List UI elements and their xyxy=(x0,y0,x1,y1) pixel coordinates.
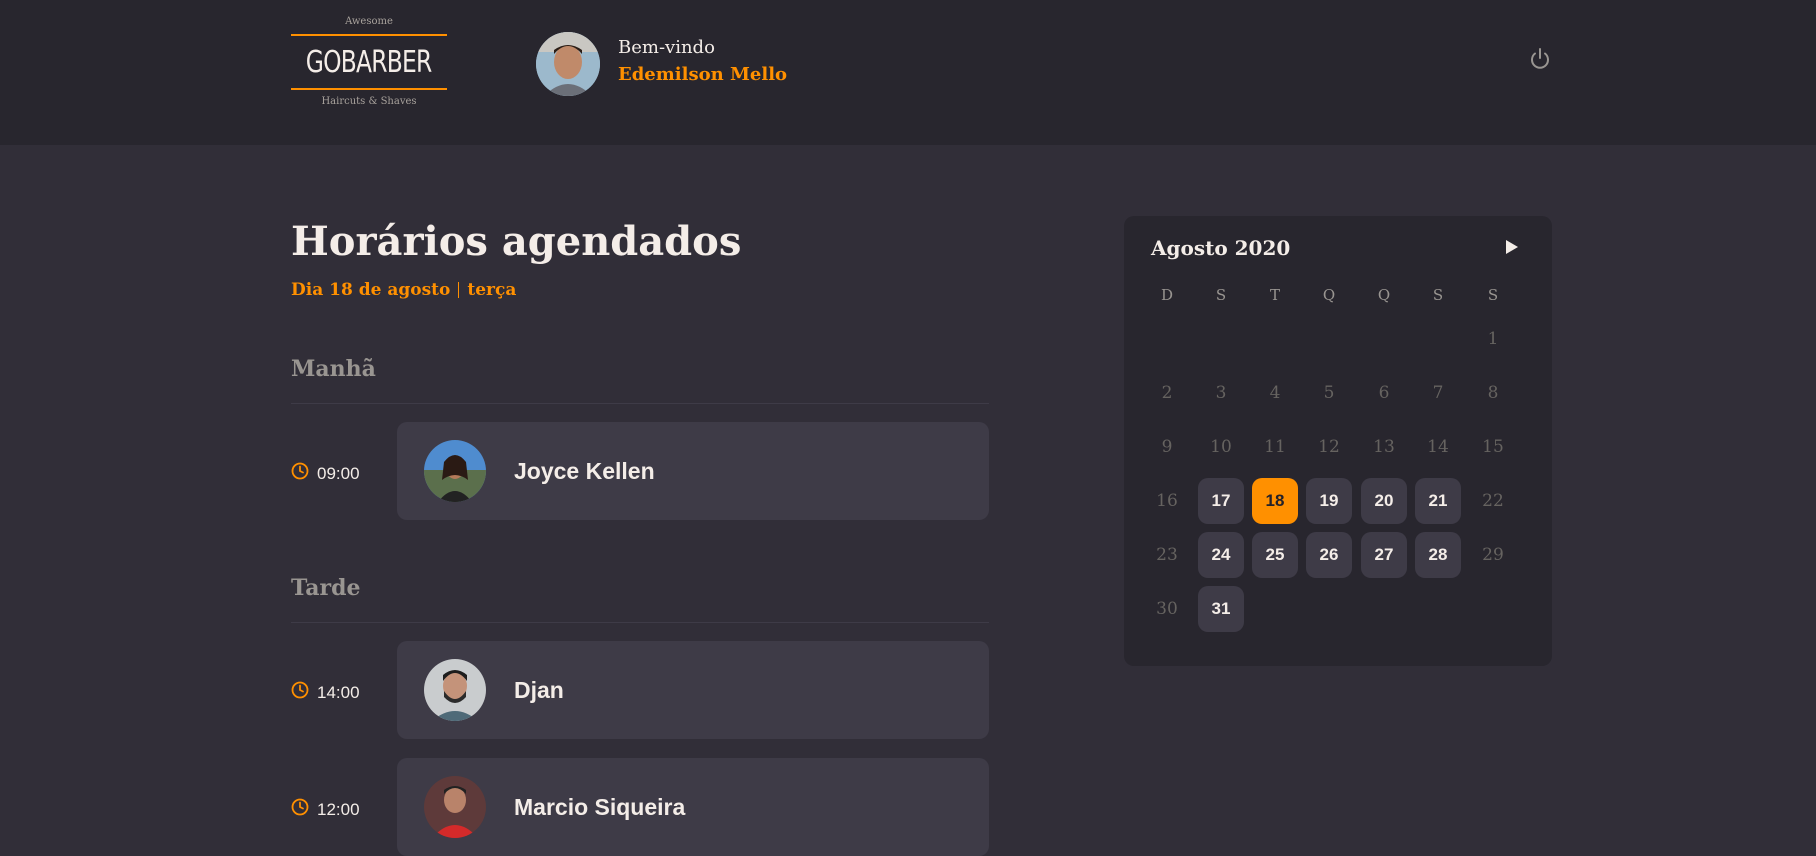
client-name: Marcio Siqueira xyxy=(514,794,686,820)
appointment-card[interactable]: Marcio Siqueira xyxy=(397,758,989,856)
calendar-day: 15 xyxy=(1482,437,1504,457)
client-avatar xyxy=(424,440,486,502)
client-avatar xyxy=(424,659,486,721)
appointment-card[interactable]: Djan xyxy=(397,641,989,739)
calendar-day: 7 xyxy=(1432,383,1444,403)
calendar-weekday-label: S xyxy=(1487,286,1499,304)
next-month-icon[interactable] xyxy=(1504,238,1520,256)
date-label: Dia 18 de agosto xyxy=(291,280,451,300)
gobarber-logo[interactable]: Awesome GOBARBER Haircuts & Shaves xyxy=(291,14,447,112)
date-subtitle: Dia 18 de agosto terça xyxy=(291,280,516,300)
section-title-afternoon: Tarde xyxy=(291,575,361,601)
calendar-day-selected[interactable]: 18 xyxy=(1252,478,1298,524)
calendar-day: 29 xyxy=(1482,545,1504,565)
calendar-day: 14 xyxy=(1427,437,1449,457)
client-name: Joyce Kellen xyxy=(514,458,655,484)
calendar-day: 23 xyxy=(1156,545,1178,565)
calendar-day[interactable]: 28 xyxy=(1415,532,1461,578)
logo-brand: GOBARBER xyxy=(306,44,433,80)
calendar-day[interactable]: 24 xyxy=(1198,532,1244,578)
clock-icon xyxy=(291,798,309,821)
calendar-day: 1 xyxy=(1487,329,1499,349)
calendar-weekday-label: S xyxy=(1215,286,1227,304)
client-name: Djan xyxy=(514,677,564,703)
appointment-time: 09:00 xyxy=(291,462,360,485)
logo-tagline-top: Awesome xyxy=(345,16,393,27)
calendar-day: 10 xyxy=(1210,437,1232,457)
calendar-day[interactable]: 19 xyxy=(1306,478,1352,524)
calendar-month-title: Agosto 2020 xyxy=(1151,236,1291,260)
calendar-weekday-label: T xyxy=(1269,286,1280,304)
calendar-day: 3 xyxy=(1215,383,1227,403)
calendar-day: 5 xyxy=(1323,383,1335,403)
section-divider xyxy=(291,622,989,623)
calendar-day[interactable]: 20 xyxy=(1361,478,1407,524)
welcome-text: Bem-vindo xyxy=(618,37,715,58)
calendar-day: 16 xyxy=(1156,491,1178,511)
weekday-label: terça xyxy=(467,280,517,300)
calendar-day: 11 xyxy=(1264,437,1286,457)
calendar-day[interactable]: 21 xyxy=(1415,478,1461,524)
date-separator xyxy=(458,282,460,298)
calendar-day: 22 xyxy=(1482,491,1504,511)
section-title-morning: Manhã xyxy=(291,356,376,382)
client-avatar xyxy=(424,776,486,838)
appointment-card[interactable]: Joyce Kellen xyxy=(397,422,989,520)
calendar-day: 30 xyxy=(1156,599,1178,619)
clock-icon xyxy=(291,681,309,704)
appointment-time-text: 14:00 xyxy=(317,682,360,702)
user-avatar[interactable] xyxy=(536,32,600,96)
calendar-day[interactable]: 31 xyxy=(1198,586,1244,632)
calendar-weekday-label: S xyxy=(1432,286,1444,304)
calendar-day: 2 xyxy=(1161,383,1173,403)
page-title: Horários agendados xyxy=(291,218,742,265)
calendar-day: 9 xyxy=(1161,437,1173,457)
appointment-time-text: 12:00 xyxy=(317,799,360,819)
calendar-day: 8 xyxy=(1487,383,1499,403)
appointment-time: 12:00 xyxy=(291,798,360,821)
calendar-day[interactable]: 17 xyxy=(1198,478,1244,524)
calendar: Agosto 2020 D S T Q Q S S 1 2 3 4 5 6 7 8 9 10 11 12 13 14 15… xyxy=(1124,216,1552,666)
calendar-day: 12 xyxy=(1318,437,1340,457)
calendar-day: 4 xyxy=(1269,383,1281,403)
logo-tagline-bottom: Haircuts & Shaves xyxy=(321,96,417,107)
calendar-day[interactable]: 26 xyxy=(1306,532,1352,578)
appointment-time-text: 09:00 xyxy=(317,463,360,483)
calendar-day[interactable]: 25 xyxy=(1252,532,1298,578)
clock-icon xyxy=(291,462,309,485)
logo-box: GOBARBER xyxy=(291,34,447,90)
power-icon[interactable] xyxy=(1527,46,1553,72)
calendar-day[interactable]: 27 xyxy=(1361,532,1407,578)
section-divider xyxy=(291,403,989,404)
appointment-time: 14:00 xyxy=(291,681,360,704)
calendar-weekday-label: D xyxy=(1160,286,1174,304)
calendar-day: 6 xyxy=(1378,383,1390,403)
calendar-weekday-label: Q xyxy=(1377,286,1391,304)
calendar-weekday-label: Q xyxy=(1322,286,1336,304)
user-name-link[interactable]: Edemilson Mello xyxy=(618,64,787,85)
header: Awesome GOBARBER Haircuts & Shaves Bem-v… xyxy=(0,0,1816,145)
calendar-day: 13 xyxy=(1373,437,1395,457)
